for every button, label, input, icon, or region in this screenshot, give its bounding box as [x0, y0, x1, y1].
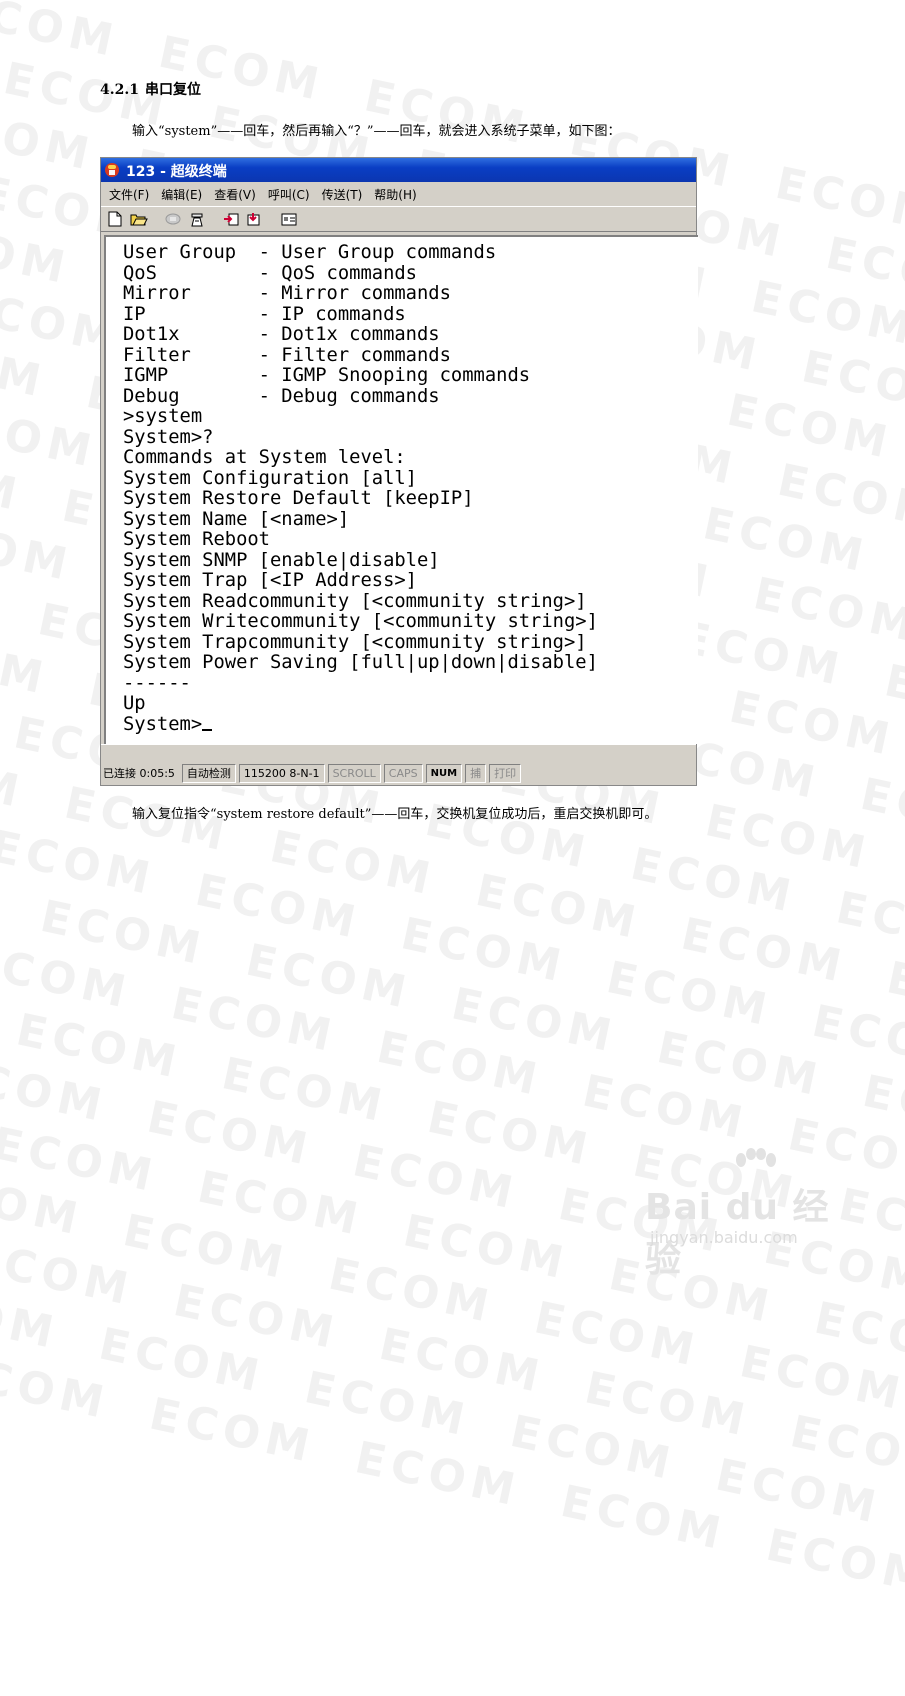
status-bar: 已连接 0:05:5 自动检测 115200 8-N-1 SCROLL CAPS… — [101, 762, 696, 784]
terminal-line: Debug - Debug commands — [123, 385, 440, 407]
terminal-line: >system — [123, 406, 203, 427]
status-baud: 115200 8-N-1 — [238, 763, 325, 783]
status-print: 打印 — [489, 763, 522, 783]
menu-view[interactable]: 查看(V) — [214, 186, 256, 203]
menu-file[interactable]: 文件(F) — [109, 186, 149, 203]
terminal-line: IGMP - IGMP Snooping commands — [123, 365, 531, 386]
paw-icon — [731, 1148, 779, 1182]
terminal-screen[interactable]: User Group - User Group commands QoS - Qo… — [104, 235, 698, 744]
menu-transfer[interactable]: 传送(T) — [322, 186, 363, 203]
menu-call[interactable]: 呼叫(C) — [268, 186, 310, 203]
section-title: 串口复位 — [144, 82, 201, 98]
disconnect-icon[interactable] — [163, 210, 183, 228]
logo-url: jingyan.baidu.com — [650, 1228, 798, 1247]
call-icon[interactable] — [187, 210, 207, 228]
title-bar[interactable]: 123 - 超级终端 — [101, 158, 696, 182]
terminal-prompt-line: System> — [123, 713, 598, 736]
terminal-prompt: System> — [123, 713, 203, 735]
properties-icon[interactable] — [279, 210, 299, 228]
window-title: 123 - 超级终端 — [126, 164, 227, 180]
text-cursor — [202, 728, 213, 731]
terminal-line: Dot1x - Dot1x commands — [123, 324, 440, 345]
send-icon[interactable] — [221, 210, 241, 228]
intro-paragraph: 输入“system”——回车，然后再输入“？”——回车，就会进入系统子菜单，如下… — [132, 124, 621, 139]
phone-icon — [104, 162, 120, 178]
menu-help[interactable]: 帮助(H) — [374, 186, 416, 203]
horizontal-scrollbar[interactable] — [101, 744, 696, 759]
terminal-line: System Trap [<IP Address>] — [123, 570, 417, 591]
terminal-line: System Trapcommunity [<community string>… — [123, 631, 587, 653]
terminal-line: System Readcommunity [<community string>… — [123, 590, 587, 612]
status-detect: 自动检测 — [181, 763, 236, 783]
status-num: NUM — [425, 763, 463, 783]
terminal-line: Filter - Filter commands — [123, 344, 451, 366]
terminal-line: System Name [<name>] — [123, 508, 350, 530]
terminal-line: System SNMP [enable|disable] — [123, 549, 440, 571]
toolbar — [101, 206, 696, 232]
terminal-line: Mirror - Mirror commands — [123, 283, 451, 304]
baidu-jingyan-logo: Bai du 经验 jingyan.baidu.com — [645, 1148, 865, 1280]
terminal-line: QoS - QoS commands — [123, 262, 417, 284]
status-caps: CAPS — [383, 763, 423, 783]
receive-icon[interactable] — [245, 210, 265, 228]
terminal-line: Up — [123, 693, 146, 714]
terminal-line: IP - IP commands — [123, 303, 406, 325]
status-capture: 捕 — [465, 763, 487, 783]
section-heading: 4.2.1 串口复位 — [100, 79, 201, 99]
terminal-line: System Configuration [all] — [123, 467, 417, 489]
hyperterminal-window: 123 - 超级终端 文件(F) 编辑(E) 查看(V) 呼叫(C) 传送(T)… — [100, 157, 698, 786]
terminal-line: Commands at System level: — [123, 447, 406, 468]
terminal-line: User Group - User Group commands — [123, 242, 497, 263]
terminal-output: User Group - User Group commands QoS - Qo… — [123, 242, 598, 736]
status-scroll: SCROLL — [327, 763, 381, 783]
open-icon[interactable] — [129, 210, 149, 228]
terminal-line: System Writecommunity [<community string… — [123, 611, 598, 632]
new-icon[interactable] — [105, 210, 125, 228]
terminal-line: System Power Saving [full|up|down|disabl… — [123, 652, 598, 673]
menu-bar: 文件(F) 编辑(E) 查看(V) 呼叫(C) 传送(T) 帮助(H) — [101, 184, 696, 204]
terminal-line: System Reboot — [123, 529, 270, 550]
menu-edit[interactable]: 编辑(E) — [161, 186, 202, 203]
terminal-line: System>? — [123, 426, 214, 448]
status-connection: 已连接 0:05:5 — [103, 766, 175, 780]
terminal-line: ------ — [123, 672, 191, 694]
closing-paragraph: 输入复位指令“system restore default”——回车，交换机复位… — [132, 807, 658, 822]
section-number: 4.2.1 — [100, 82, 139, 98]
terminal-line: System Restore Default [keepIP] — [123, 488, 474, 509]
document-page: 4.2.1 串口复位 输入“system”——回车，然后再输入“？”——回车，就会… — [0, 0, 905, 1280]
